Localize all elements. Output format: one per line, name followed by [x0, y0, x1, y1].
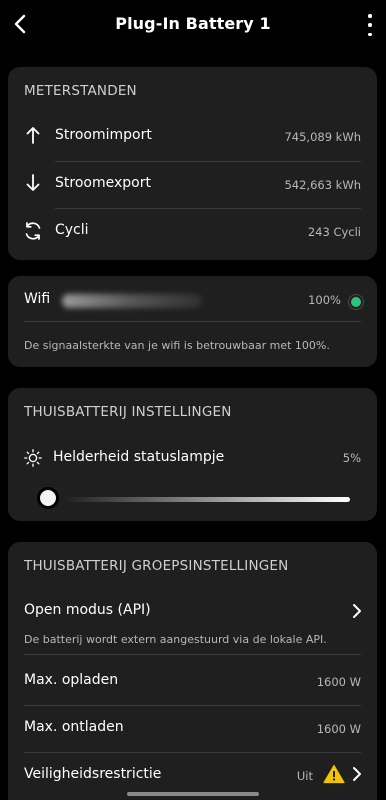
divider — [55, 208, 361, 209]
wifi-signal-value: 100% — [308, 293, 341, 307]
import-value: 745,089 kWh — [284, 130, 361, 144]
warning-icon — [323, 764, 345, 784]
safety-restriction-value: Uit — [296, 769, 313, 783]
meters-section-title: METERSTANDEN — [24, 83, 137, 99]
more-options-button[interactable] — [366, 14, 374, 36]
chevron-right-icon[interactable] — [351, 602, 363, 620]
brightness-label: Helderheid statuslampje — [53, 449, 225, 465]
open-mode-label[interactable]: Open modus (API) — [24, 602, 151, 618]
top-bar: Plug-In Battery 1 — [0, 0, 386, 50]
arrow-down-icon — [24, 174, 42, 192]
divider — [24, 321, 361, 322]
arrow-up-icon — [24, 126, 42, 144]
brightness-slider[interactable] — [44, 497, 350, 502]
group-settings-section-title: THUISBATTERIJ GROEPSINSTELLINGEN — [24, 558, 289, 574]
more-dot-icon — [368, 32, 372, 36]
sun-icon — [24, 449, 42, 467]
brightness-value: 5% — [342, 451, 361, 465]
brightness-slider-thumb[interactable] — [37, 487, 59, 509]
import-label: Stroomimport — [55, 127, 152, 143]
max-discharge-value[interactable]: 1600 W — [317, 722, 361, 736]
wifi-signal-note: De signaalsterkte van je wifi is betrouw… — [24, 339, 330, 352]
divider — [24, 752, 361, 753]
meters-card: METERSTANDEN Stroomimport 745,089 kWh St… — [8, 67, 377, 260]
divider — [24, 705, 361, 706]
more-dot-icon — [368, 14, 372, 18]
wifi-card: Wifi 100% De signaalsterkte van je wifi … — [8, 276, 377, 367]
screen: Plug-In Battery 1 METERSTANDEN Stroomimp… — [0, 0, 386, 800]
divider — [24, 654, 361, 655]
battery-settings-card: THUISBATTERIJ INSTELLINGEN Helderheid st… — [8, 388, 377, 521]
wifi-status-indicator — [351, 297, 361, 307]
divider — [55, 161, 361, 162]
wifi-label: Wifi — [24, 291, 51, 307]
chevron-right-icon[interactable] — [351, 765, 363, 783]
group-settings-card: THUISBATTERIJ GROEPSINSTELLINGEN Open mo… — [8, 542, 377, 800]
max-discharge-label: Max. ontladen — [24, 719, 124, 735]
more-dot-icon — [368, 23, 372, 27]
cycles-value: 243 Cycli — [307, 225, 361, 239]
battery-settings-section-title: THUISBATTERIJ INSTELLINGEN — [24, 404, 232, 420]
export-value: 542,663 kWh — [284, 178, 361, 192]
cycles-label: Cycli — [55, 222, 89, 238]
max-charge-label: Max. opladen — [24, 672, 119, 688]
redacted-ssid — [62, 294, 202, 308]
page-title: Plug-In Battery 1 — [115, 14, 271, 33]
max-charge-value[interactable]: 1600 W — [317, 675, 361, 689]
cycle-icon — [23, 221, 43, 241]
safety-restriction-label[interactable]: Veiligheidsrestrictie — [24, 766, 161, 782]
export-label: Stroomexport — [55, 175, 151, 191]
open-mode-note: De batterij wordt extern aangestuurd via… — [24, 633, 327, 646]
home-indicator[interactable] — [127, 792, 259, 796]
